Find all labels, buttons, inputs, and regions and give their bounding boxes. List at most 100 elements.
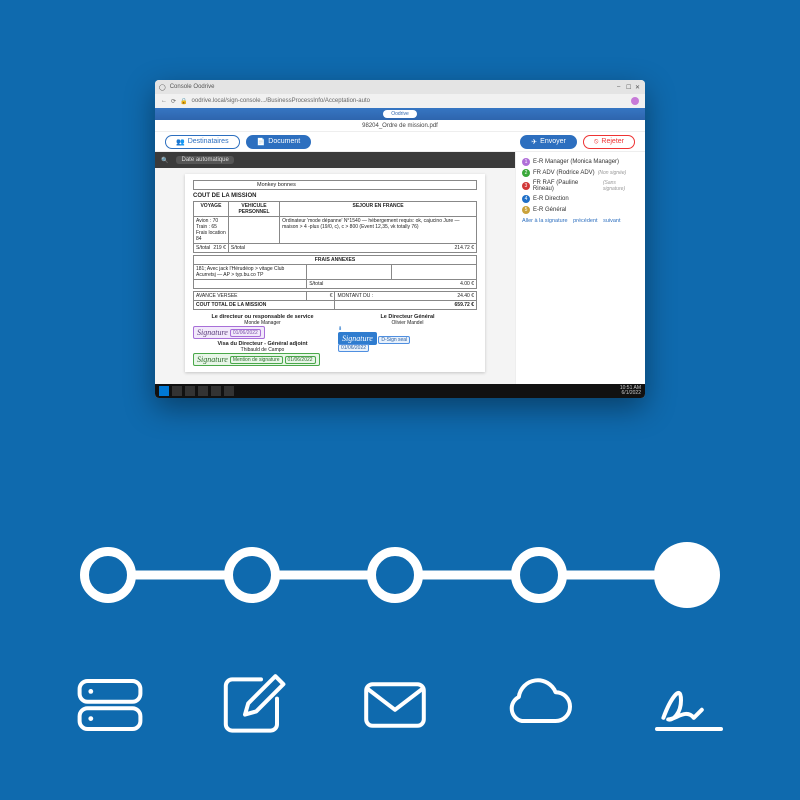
- search-icon[interactable]: 🔍: [161, 157, 168, 164]
- toolbar: 👥 Destinataires 📄 Document ✈ Envoyer ⦸ R…: [155, 132, 645, 152]
- signature-row: Le directeur ou responsable de service M…: [193, 314, 477, 366]
- send-icon: ✈: [531, 138, 537, 146]
- document-page: Monkey bonnes COUT DE LA MISSION VOYAGE …: [185, 174, 485, 372]
- viewer-header: 🔍 Date automatique: [155, 152, 515, 168]
- field-value: Monkey bonnes: [257, 182, 296, 188]
- recipient-badge: 5: [522, 206, 530, 214]
- reload-icon[interactable]: ⟳: [171, 98, 176, 105]
- minimize-icon[interactable]: –: [617, 84, 623, 90]
- recipients-panel: 1E-R Manager (Monica Manager)2FR ADV (Ro…: [515, 152, 645, 384]
- vehicule-cell: [228, 217, 279, 244]
- task-icon[interactable]: [211, 386, 221, 396]
- tab-title: Console Oodrive: [170, 84, 215, 90]
- recipient-label: FR RAF (Pauline Rineau): [533, 180, 600, 192]
- goto-signature-link[interactable]: Aller à la signature: [522, 218, 568, 224]
- doc-icon: 📄: [257, 138, 266, 146]
- app-topbar: Oodrive: [155, 108, 645, 120]
- totals-table: AVANCE VERSEE € MONTANT DU : 24.40 € COU…: [193, 291, 477, 310]
- recipient-badge: 2: [522, 169, 530, 177]
- browser-window: ◯ Console Oodrive – ☐ ✕ ← ⟳ 🔒 oodrive.lo…: [155, 80, 645, 398]
- recipient-item[interactable]: 1E-R Manager (Monica Manager): [522, 158, 639, 166]
- stotal-left: S/total 219 €: [194, 244, 229, 253]
- step-node-5-active: [654, 542, 720, 608]
- frais-table: FRAIS ANNEXES 181; Avec jack l'Hérudéop …: [193, 255, 477, 289]
- recipient-badge: 4: [522, 195, 530, 203]
- stamp-pill: D-Sign seal: [378, 336, 410, 344]
- progress-steps: [80, 540, 720, 610]
- col-sejour: SEJOUR EN FRANCE: [280, 202, 477, 217]
- document-viewer[interactable]: 🔍 Date automatique Monkey bonnes COUT DE…: [155, 152, 515, 384]
- task-icon[interactable]: [224, 386, 234, 396]
- document-tab[interactable]: 📄 Document: [246, 135, 312, 149]
- envoyer-label: Envoyer: [540, 138, 566, 145]
- signature-box-purple[interactable]: Signature 01/06/2022: [193, 326, 265, 339]
- recipient-status: (Non signée): [598, 170, 627, 176]
- task-icon[interactable]: [198, 386, 208, 396]
- rejeter-label: Rejeter: [601, 138, 624, 145]
- recipient-label: FR ADV (Rodrice ADV): [533, 170, 595, 176]
- cout-total-label: COUT TOTAL DE LA MISSION: [194, 301, 335, 310]
- clock[interactable]: 10:51 AM 6/1/2022: [620, 386, 641, 397]
- stotal-right: S/total 214.72 €: [228, 244, 476, 253]
- signature-script: Signature: [197, 355, 228, 364]
- step-node-4: [511, 547, 567, 603]
- maximize-icon[interactable]: ☐: [626, 84, 632, 90]
- signature-box-green[interactable]: Signature Mention de signature 01/06/202…: [193, 353, 320, 366]
- edit-icon: [213, 665, 293, 745]
- cout-total-value: 659.72 €: [335, 301, 477, 310]
- recipient-item[interactable]: 5E-R Général: [522, 206, 639, 214]
- step-icons-row: [70, 660, 730, 750]
- step-node-2: [224, 547, 280, 603]
- section-cost-heading: COUT DE LA MISSION: [193, 193, 477, 199]
- recipient-item[interactable]: 3FR RAF (Pauline Rineau)(Sans signature): [522, 180, 639, 192]
- step-node-3: [367, 547, 423, 603]
- mode-badge[interactable]: Date automatique: [176, 156, 233, 164]
- destinataires-tab[interactable]: 👥 Destinataires: [165, 135, 240, 149]
- date-pill: 01/06/2022: [230, 329, 261, 337]
- back-icon[interactable]: ←: [161, 98, 167, 104]
- profile-avatar[interactable]: [631, 97, 639, 105]
- document-title: 98204_Ordre de mission.pdf: [362, 123, 438, 129]
- signature-script: Signature: [342, 334, 373, 343]
- rejeter-button[interactable]: ⦸ Rejeter: [583, 135, 635, 149]
- recipient-item[interactable]: 2FR ADV (Rodrice ADV)(Non signée): [522, 169, 639, 177]
- start-button[interactable]: [159, 386, 169, 396]
- signature-left: Le directeur ou responsable de service M…: [193, 314, 332, 366]
- mail-icon: [355, 665, 435, 745]
- lock-icon: 🔒: [180, 98, 187, 105]
- people-icon: 👥: [176, 138, 185, 146]
- frais-stotal: S/total 4.00 €: [307, 280, 477, 289]
- voyage-cell: Avion : 70 Train : 65 Frais location 84: [194, 217, 229, 244]
- windows-taskbar[interactable]: 10:51 AM 6/1/2022: [155, 384, 645, 398]
- signature-icon: [640, 665, 730, 745]
- signature-right: Le Directeur Général Olivier Mandel ⬇ Si…: [338, 314, 477, 366]
- document-title-bar: 98204_Ordre de mission.pdf: [155, 120, 645, 132]
- task-icon[interactable]: [185, 386, 195, 396]
- envoyer-button[interactable]: ✈ Envoyer: [520, 135, 577, 149]
- address-text: oodrive.local/sign-console.../BusinessPr…: [192, 98, 370, 104]
- recipient-badge: 3: [522, 182, 530, 190]
- mention-pill: Mention de signature: [230, 356, 283, 364]
- close-icon[interactable]: ✕: [635, 84, 641, 90]
- col-vehicule: VEHICULE PERSONNEL: [228, 202, 279, 217]
- side-actions: Aller à la signature précédent suivant: [522, 218, 639, 224]
- task-icon[interactable]: [172, 386, 182, 396]
- frais-cell: 181; Avec jack l'Hérudéop > vitage Club …: [194, 265, 307, 280]
- recipient-label: E-R Manager (Monica Manager): [533, 159, 619, 165]
- prev-link[interactable]: précédent: [573, 218, 597, 224]
- avance-label: AVANCE VERSEE: [194, 292, 307, 301]
- frais-heading: FRAIS ANNEXES: [194, 256, 477, 265]
- recipient-item[interactable]: 4E-R Direction: [522, 195, 639, 203]
- reject-icon: ⦸: [594, 138, 599, 146]
- window-controls[interactable]: – ☐ ✕: [617, 84, 641, 90]
- document-label: Document: [268, 138, 300, 145]
- montant-label: MONTANT DU : 24.40 €: [335, 292, 477, 301]
- form-field: Monkey bonnes: [193, 180, 477, 190]
- next-link[interactable]: suivant: [603, 218, 620, 224]
- window-icon: ◯: [159, 84, 166, 91]
- cost-table: VOYAGE VEHICULE PERSONNEL SEJOUR EN FRAN…: [193, 201, 477, 253]
- col-voyage: VOYAGE: [194, 202, 229, 217]
- browser-address-bar[interactable]: ← ⟳ 🔒 oodrive.local/sign-console.../Busi…: [155, 94, 645, 108]
- recipient-badge: 1: [522, 158, 530, 166]
- step-node-1: [80, 547, 136, 603]
